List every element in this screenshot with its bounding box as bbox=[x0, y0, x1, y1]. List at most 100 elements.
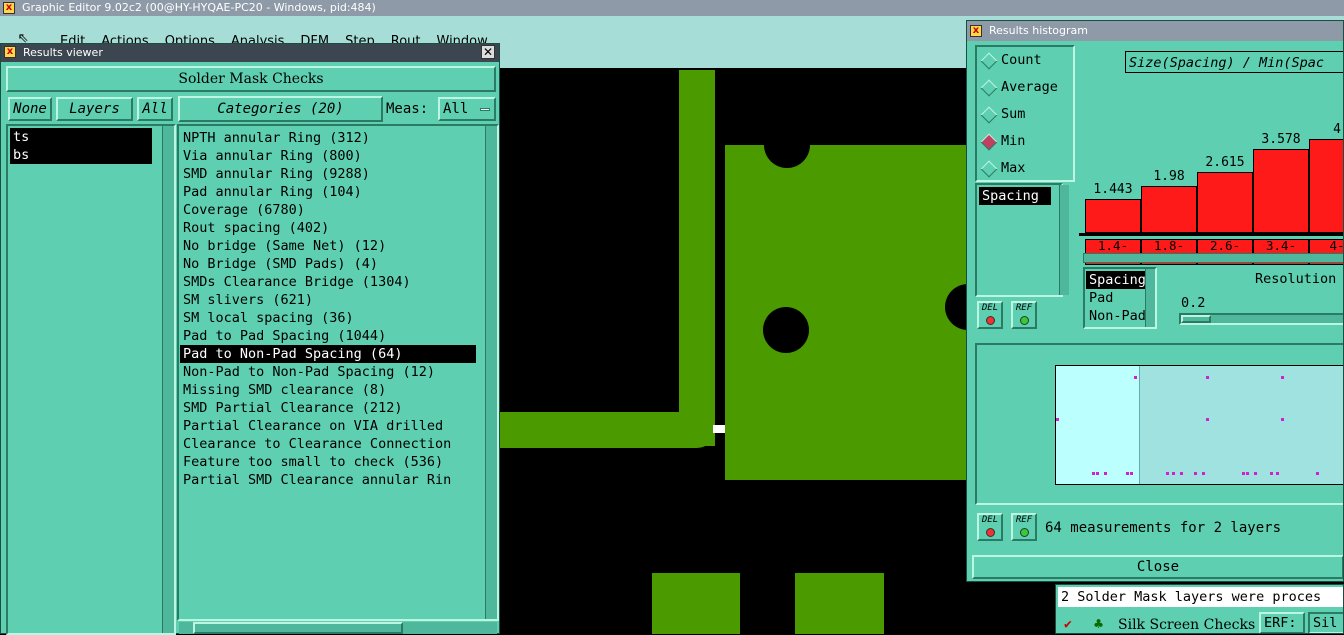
histogram-bar[interactable] bbox=[1085, 199, 1141, 233]
category-item[interactable]: Pad to Pad Spacing (1044) bbox=[180, 327, 476, 345]
measurement-marker[interactable] bbox=[1092, 472, 1095, 475]
resolution-value: 0.2 bbox=[1181, 295, 1206, 311]
measurement-marker[interactable] bbox=[1281, 376, 1284, 379]
category-item[interactable]: SM local spacing (36) bbox=[180, 309, 476, 327]
ref-button-bottom[interactable]: REF bbox=[1011, 513, 1037, 541]
bar-value-label: 1.98 bbox=[1153, 169, 1185, 185]
meas-select[interactable]: All bbox=[438, 97, 496, 121]
feature-list[interactable]: Spacing Pad Non-Pad bbox=[1083, 267, 1157, 329]
histogram-bar[interactable] bbox=[1253, 148, 1309, 233]
category-item[interactable]: Pad to Non-Pad Spacing (64) bbox=[180, 345, 476, 363]
mode-radio-average[interactable]: Average bbox=[977, 74, 1073, 101]
checks-header[interactable]: Solder Mask Checks bbox=[6, 66, 496, 92]
category-item[interactable]: Feature too small to check (536) bbox=[180, 453, 476, 471]
categories-hscrollbar[interactable] bbox=[179, 622, 497, 634]
measurement-marker[interactable] bbox=[1056, 418, 1059, 421]
measurement-marker[interactable] bbox=[1206, 418, 1209, 421]
feature-item[interactable]: Pad bbox=[1086, 289, 1148, 307]
category-item[interactable]: Missing SMD clearance (8) bbox=[180, 381, 476, 399]
mode-radio-max[interactable]: Max bbox=[977, 155, 1073, 182]
histogram-bar[interactable] bbox=[1141, 186, 1197, 233]
results-viewer-title: Results viewer bbox=[23, 46, 103, 59]
field-item[interactable]: Spacing bbox=[979, 187, 1051, 205]
category-item[interactable]: Clearance to Clearance Connection bbox=[180, 435, 476, 453]
ref-button[interactable]: REF bbox=[1011, 301, 1037, 329]
measurement-marker[interactable] bbox=[1130, 472, 1133, 475]
feature-scrollbar[interactable] bbox=[1145, 269, 1155, 327]
resolution-slider[interactable] bbox=[1179, 313, 1343, 325]
hscroll-thumb[interactable] bbox=[193, 622, 403, 634]
category-item[interactable]: SMDs Clearance Bridge (1304) bbox=[180, 273, 476, 291]
histogram-bar[interactable] bbox=[1309, 139, 1343, 233]
category-item[interactable]: Via annular Ring (800) bbox=[180, 147, 476, 165]
mode-radio-group[interactable]: Count Average Sum Min Max bbox=[975, 45, 1075, 182]
measurement-marker[interactable] bbox=[1180, 472, 1183, 475]
category-item[interactable]: Partial SMD Clearance annular Rin bbox=[180, 471, 476, 489]
measurement-marker[interactable] bbox=[1242, 472, 1245, 475]
measurement-marker[interactable] bbox=[1316, 472, 1319, 475]
category-item[interactable]: No bridge (Same Net) (12) bbox=[180, 237, 476, 255]
layers-list[interactable]: ts bs bbox=[6, 124, 176, 635]
measurement-marker[interactable] bbox=[1166, 472, 1169, 475]
close-button[interactable]: Close bbox=[972, 555, 1343, 579]
category-item[interactable]: Partial Clearance on VIA drilled bbox=[180, 417, 476, 435]
layer-item[interactable]: ts bbox=[10, 128, 152, 146]
results-viewer-window: x Results viewer ✕ Solder Mask Checks No… bbox=[0, 43, 500, 635]
app-icon: x bbox=[3, 2, 15, 14]
category-item[interactable]: Coverage (6780) bbox=[180, 201, 476, 219]
measurement-marker[interactable] bbox=[1172, 472, 1175, 475]
field-list[interactable]: Spacing bbox=[975, 183, 1069, 297]
led-icon bbox=[1019, 316, 1029, 325]
mode-radio-count[interactable]: Count bbox=[977, 47, 1073, 74]
pcb-canvas[interactable] bbox=[500, 68, 970, 634]
scatter-plot[interactable] bbox=[1055, 365, 1343, 485]
category-item[interactable]: NPTH annular Ring (312) bbox=[180, 129, 476, 147]
field-scrollbar[interactable] bbox=[1059, 185, 1069, 295]
feature-item[interactable]: Spacing bbox=[1086, 271, 1148, 289]
histogram-chart[interactable]: Size(Spacing) / Min(Spac 1.443 1.98 2.615 3… bbox=[1079, 45, 1343, 245]
category-item[interactable]: Pad annular Ring (104) bbox=[180, 183, 476, 201]
categories-button[interactable]: Categories (20) bbox=[178, 96, 383, 122]
feature-item[interactable]: Non-Pad bbox=[1086, 307, 1148, 325]
mode-radio-sum[interactable]: Sum bbox=[977, 101, 1073, 128]
measurement-marker[interactable] bbox=[1096, 472, 1099, 475]
del-button[interactable]: DEL bbox=[977, 301, 1003, 329]
measurement-marker[interactable] bbox=[1206, 376, 1209, 379]
measurement-marker[interactable] bbox=[1276, 472, 1279, 475]
slider-thumb[interactable] bbox=[1181, 315, 1211, 323]
measurement-marker[interactable] bbox=[1254, 472, 1257, 475]
layer-item[interactable]: bs bbox=[10, 146, 152, 164]
all-button[interactable]: All bbox=[137, 97, 173, 121]
measurement-marker[interactable] bbox=[1246, 472, 1249, 475]
mode-radio-min[interactable]: Min bbox=[977, 128, 1073, 155]
categories-scrollbar[interactable] bbox=[485, 126, 497, 619]
scatter-panel[interactable] bbox=[975, 343, 1343, 505]
measurement-marker[interactable] bbox=[1134, 376, 1137, 379]
category-item[interactable]: SMD annular Ring (9288) bbox=[180, 165, 476, 183]
layers-scrollbar[interactable] bbox=[162, 126, 174, 633]
resolution-label: Resolution bbox=[1255, 271, 1337, 287]
erf-select[interactable]: Sil bbox=[1308, 612, 1343, 633]
spacing-marker[interactable] bbox=[713, 425, 725, 433]
measurement-marker[interactable] bbox=[1126, 472, 1129, 475]
none-button[interactable]: None bbox=[8, 97, 52, 121]
category-item[interactable]: No Bridge (SMD Pads) (4) bbox=[180, 255, 476, 273]
layers-button[interactable]: Layers bbox=[56, 97, 133, 121]
categories-list[interactable]: NPTH annular Ring (312) Via annular Ring … bbox=[177, 124, 499, 621]
chart-hscrollbar[interactable] bbox=[1083, 253, 1343, 263]
measurement-marker[interactable] bbox=[1270, 472, 1273, 475]
del-button-bottom[interactable]: DEL bbox=[977, 513, 1003, 541]
main-window-title: Graphic Editor 9.02c2 (00@HY-HYQAE-PC20 … bbox=[22, 1, 376, 14]
measurement-marker[interactable] bbox=[1281, 418, 1284, 421]
check-icon[interactable]: ✔ bbox=[1064, 617, 1072, 632]
measurement-marker[interactable] bbox=[1104, 472, 1107, 475]
measurement-marker[interactable] bbox=[1194, 472, 1197, 475]
close-icon[interactable]: ✕ bbox=[481, 45, 495, 59]
histogram-bar[interactable] bbox=[1197, 171, 1253, 233]
category-item[interactable]: SM slivers (621) bbox=[180, 291, 476, 309]
category-item[interactable]: Rout spacing (402) bbox=[180, 219, 476, 237]
measurement-marker[interactable] bbox=[1202, 472, 1205, 475]
category-item[interactable]: Non-Pad to Non-Pad Spacing (12) bbox=[180, 363, 476, 381]
category-item[interactable]: SMD Partial Clearance (212) bbox=[180, 399, 476, 417]
silk-screen-checks-label[interactable]: Silk Screen Checks bbox=[1118, 617, 1255, 633]
